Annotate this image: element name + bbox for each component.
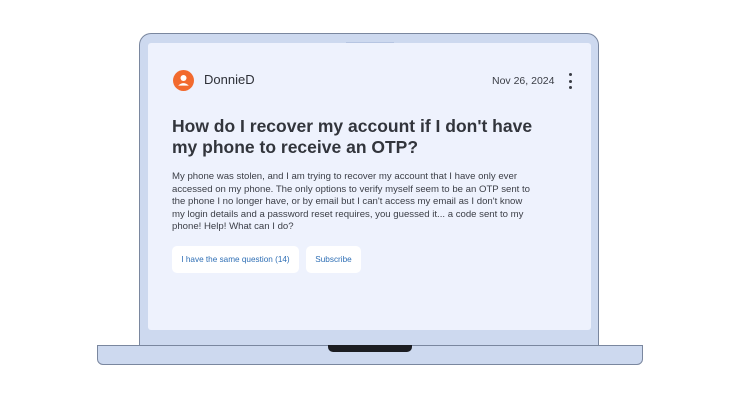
question-title: How do I recover my account if I don't h… [172, 116, 533, 157]
same-question-button[interactable]: I have the same question (14) [172, 246, 299, 273]
menu-dot [568, 73, 572, 76]
more-vertical-icon[interactable] [564, 72, 576, 90]
question-body: My phone was stolen, and I am trying to … [172, 171, 530, 232]
post-date: Nov 26, 2024 [492, 75, 555, 87]
laptop-base-notch [328, 345, 412, 352]
user-icon [178, 75, 189, 86]
menu-dot [568, 86, 572, 89]
author-name[interactable]: DonnieD [204, 72, 255, 87]
menu-dot [568, 79, 572, 83]
avatar[interactable] [173, 70, 194, 91]
subscribe-button[interactable]: Subscribe [306, 246, 361, 273]
